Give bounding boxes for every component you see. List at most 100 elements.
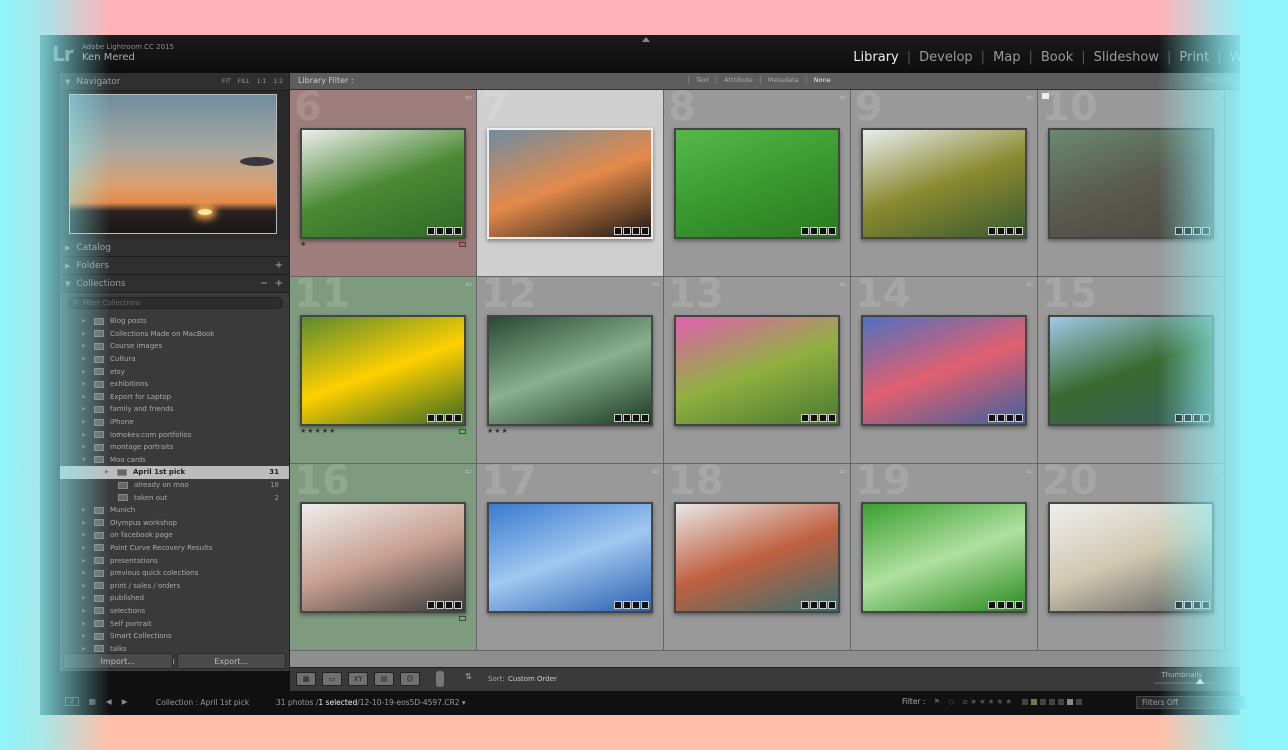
zoom-1-2[interactable]: 1:2 bbox=[273, 78, 283, 85]
collection-item[interactable]: ▶ etsy bbox=[60, 365, 289, 378]
photo-thumbnail[interactable] bbox=[487, 502, 653, 613]
filter-tab-metadata[interactable]: Metadata bbox=[759, 76, 806, 84]
grid-cell[interactable]: 10 ⇦ bbox=[1038, 90, 1225, 277]
develop-badge-icon[interactable] bbox=[641, 414, 649, 422]
module-web[interactable]: Web bbox=[1228, 50, 1260, 65]
develop-badge-icon[interactable] bbox=[454, 414, 462, 422]
expand-triangle-icon[interactable]: ▶ bbox=[82, 343, 94, 349]
comment-badge-icon[interactable] bbox=[997, 601, 1005, 609]
collection-badge-icon[interactable] bbox=[819, 227, 827, 235]
expand-triangle-icon[interactable]: ▶ bbox=[82, 394, 94, 400]
expand-triangle-icon[interactable]: ▶ bbox=[105, 469, 117, 475]
grid-cell[interactable]: 17 ⇦ bbox=[477, 458, 664, 651]
keyword-badge-icon[interactable] bbox=[427, 414, 435, 422]
photo-thumbnail[interactable] bbox=[861, 502, 1027, 613]
grid-cell[interactable]: 6 ⇦ ★ bbox=[290, 90, 477, 277]
star-rating[interactable]: ★★★★★ bbox=[300, 427, 336, 435]
expand-triangle-icon[interactable]: ▶ bbox=[82, 331, 94, 337]
expand-triangle-icon[interactable]: ▶ bbox=[82, 532, 94, 538]
rotate-icon[interactable]: ⇦ bbox=[465, 467, 472, 476]
comment-badge-icon[interactable] bbox=[810, 601, 818, 609]
keyword-badge-icon[interactable] bbox=[988, 414, 996, 422]
develop-badge-icon[interactable] bbox=[1015, 227, 1023, 235]
add-folder-icon[interactable]: + bbox=[275, 260, 283, 271]
collection-badge-icon[interactable] bbox=[1006, 227, 1014, 235]
catalog-header[interactable]: ▶ Catalog bbox=[60, 239, 289, 257]
expand-triangle-icon[interactable]: ▶ bbox=[82, 381, 94, 387]
collection-badge-icon[interactable] bbox=[445, 601, 453, 609]
collection-badge-icon[interactable] bbox=[1193, 601, 1201, 609]
grid-cell[interactable]: 8 ⇦ bbox=[664, 90, 851, 277]
filter-tab-text[interactable]: Text bbox=[688, 76, 716, 84]
collection-badge-icon[interactable] bbox=[632, 601, 640, 609]
keyword-badge-icon[interactable] bbox=[614, 601, 622, 609]
keyword-badge-icon[interactable] bbox=[801, 227, 809, 235]
collection-item[interactable]: ▶ Blog posts bbox=[60, 315, 289, 328]
collection-badge-icon[interactable] bbox=[819, 601, 827, 609]
zoom-fit[interactable]: FIT bbox=[222, 78, 231, 85]
photo-thumbnail[interactable] bbox=[674, 315, 840, 426]
color-label[interactable] bbox=[459, 429, 466, 434]
color-label-filter[interactable] bbox=[1021, 698, 1082, 705]
collection-item[interactable]: ▼ Moo cards bbox=[60, 454, 289, 467]
add-collection-icon[interactable]: + bbox=[275, 278, 283, 289]
collapse-triangle-icon[interactable]: ▼ bbox=[82, 457, 94, 463]
module-book[interactable]: Book bbox=[1039, 50, 1075, 65]
sort-dropdown[interactable]: Custom Order bbox=[508, 675, 557, 683]
grid-cell[interactable]: 20 ⇦ bbox=[1038, 458, 1225, 651]
develop-badge-icon[interactable] bbox=[1015, 414, 1023, 422]
collection-item[interactable]: ▶ Course images bbox=[60, 340, 289, 353]
develop-badge-icon[interactable] bbox=[1202, 414, 1210, 422]
photo-thumbnail[interactable] bbox=[300, 315, 466, 426]
expand-triangle-icon[interactable]: ▶ bbox=[82, 570, 94, 576]
expand-triangle-icon[interactable]: ▶ bbox=[82, 356, 94, 362]
collection-item[interactable]: ▶ print / sales / orders bbox=[60, 579, 289, 592]
photo-thumbnail[interactable] bbox=[300, 502, 466, 613]
grid-view-button[interactable]: ▦ bbox=[296, 672, 316, 686]
develop-badge-icon[interactable] bbox=[1015, 601, 1023, 609]
keyword-badge-icon[interactable] bbox=[801, 414, 809, 422]
collection-item[interactable]: ▶ iPhone bbox=[60, 416, 289, 429]
filter-tab-none[interactable]: None bbox=[805, 76, 838, 84]
export-button[interactable]: Export... bbox=[176, 653, 286, 669]
loupe-view-button[interactable]: ▭ bbox=[322, 672, 342, 686]
develop-badge-icon[interactable] bbox=[828, 227, 836, 235]
photo-thumbnail[interactable] bbox=[861, 315, 1027, 426]
photo-thumbnail[interactable] bbox=[861, 128, 1027, 239]
photo-thumbnail[interactable] bbox=[1048, 128, 1214, 239]
zoom-fill[interactable]: FILL bbox=[238, 78, 250, 85]
collection-item[interactable]: already on moo 18 bbox=[60, 479, 289, 492]
expand-triangle-icon[interactable]: ▶ bbox=[82, 520, 94, 526]
develop-badge-icon[interactable] bbox=[454, 601, 462, 609]
grid-cell[interactable]: 18 ⇦ bbox=[664, 458, 851, 651]
navigator-preview[interactable] bbox=[60, 91, 289, 239]
comment-badge-icon[interactable] bbox=[436, 601, 444, 609]
module-develop[interactable]: Develop bbox=[917, 50, 975, 65]
collection-item[interactable]: ▶ Munich bbox=[60, 504, 289, 517]
keyword-badge-icon[interactable] bbox=[427, 227, 435, 235]
rotate-icon[interactable]: ⇦ bbox=[1026, 467, 1033, 476]
expand-triangle-icon[interactable]: ▶ bbox=[82, 406, 94, 412]
rotate-icon[interactable]: ⇦ bbox=[465, 93, 472, 102]
collection-item[interactable]: ▶ exhibitions bbox=[60, 378, 289, 391]
expand-triangle-icon[interactable]: ▶ bbox=[82, 419, 94, 425]
star-rating[interactable]: ★★★ bbox=[487, 427, 509, 435]
collection-item[interactable]: ▶ on facebook page bbox=[60, 529, 289, 542]
collection-badge-icon[interactable] bbox=[1006, 414, 1014, 422]
expand-triangle-icon[interactable]: ▶ bbox=[82, 595, 94, 601]
expand-triangle-icon[interactable]: ▶ bbox=[82, 444, 94, 450]
rotate-icon[interactable]: ⇦ bbox=[1213, 93, 1220, 102]
collection-item[interactable]: ▶ presentations bbox=[60, 554, 289, 567]
collection-badge-icon[interactable] bbox=[1006, 601, 1014, 609]
survey-view-button[interactable]: ▤ bbox=[374, 672, 394, 686]
collection-item[interactable]: taken out 2 bbox=[60, 491, 289, 504]
module-slideshow[interactable]: Slideshow bbox=[1092, 50, 1161, 65]
comment-badge-icon[interactable] bbox=[1184, 414, 1192, 422]
comment-badge-icon[interactable] bbox=[1184, 227, 1192, 235]
folders-header[interactable]: ▶ Folders + bbox=[60, 257, 289, 275]
rotate-icon[interactable]: ⇦ bbox=[839, 467, 846, 476]
photo-thumbnail[interactable] bbox=[300, 128, 466, 239]
collection-item[interactable]: ▶ Export for Laptop bbox=[60, 391, 289, 404]
zoom-1-1[interactable]: 1:1 bbox=[257, 78, 267, 85]
develop-badge-icon[interactable] bbox=[828, 414, 836, 422]
